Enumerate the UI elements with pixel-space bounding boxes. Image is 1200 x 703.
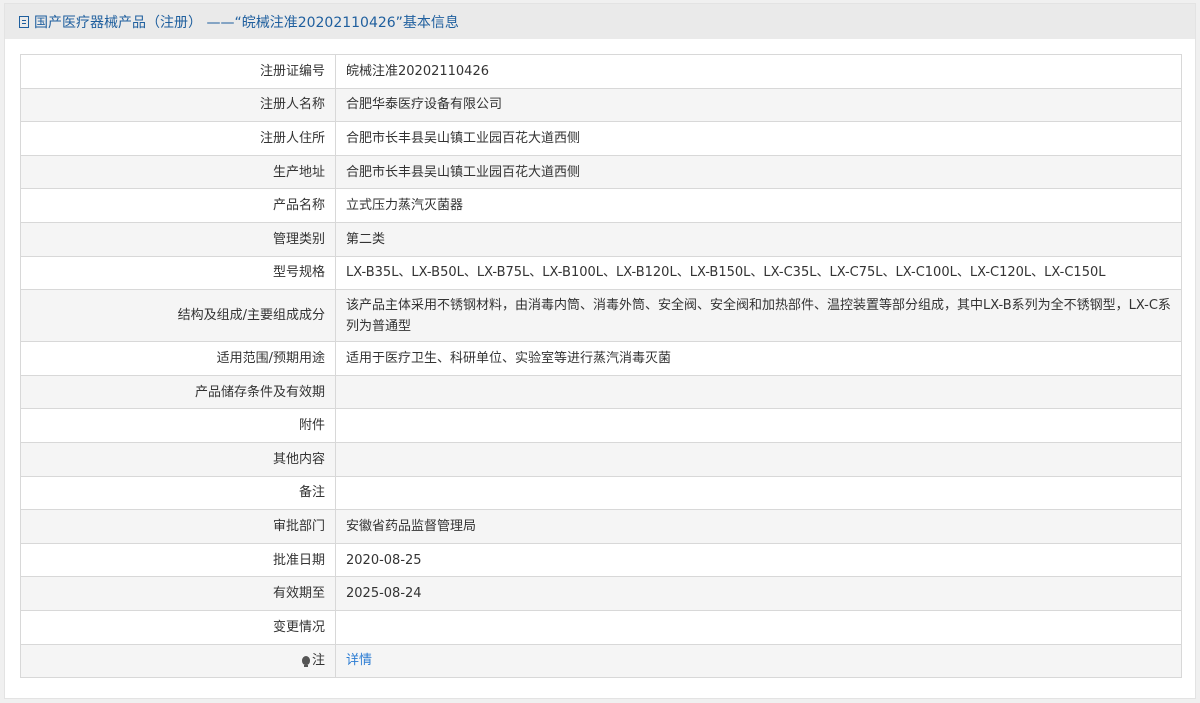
- table-row-remarks: 备注: [20, 475, 1182, 511]
- row-label: 批准日期: [20, 542, 336, 578]
- info-table: 注册证编号 皖械注准20202110426 注册人名称 合肥华泰医疗设备有限公司…: [20, 54, 1182, 679]
- note-label: 注: [311, 653, 325, 669]
- row-value: 适用于医疗卫生、科研单位、实验室等进行蒸汽消毒灭菌: [335, 341, 1182, 376]
- row-value: 2020-08-25: [335, 542, 1182, 578]
- row-label: 其他内容: [20, 441, 336, 477]
- table-row-registrant-address: 注册人住所 合肥市长丰县吴山镇工业园百花大道西侧: [20, 121, 1182, 156]
- table-row-valid-until: 有效期至 2025-08-24: [20, 576, 1182, 611]
- row-value: 该产品主体采用不锈钢材料，由消毒内筒、消毒外筒、安全阀、安全阀和加热部件、温控装…: [335, 289, 1182, 343]
- row-label-note: 注: [20, 643, 336, 679]
- row-value: 合肥市长丰县吴山镇工业园百花大道西侧: [335, 154, 1182, 190]
- row-label: 注册人住所: [20, 121, 336, 156]
- row-label: 注册人名称: [20, 87, 336, 123]
- table-row-approval-date: 批准日期 2020-08-25: [20, 542, 1182, 578]
- row-label: 审批部门: [20, 509, 336, 544]
- table-row-production-address: 生产地址 合肥市长丰县吴山镇工业园百花大道西侧: [20, 154, 1182, 190]
- row-value: 皖械注准20202110426: [335, 54, 1182, 89]
- panel-header: 国产医疗器械产品（注册） ——“皖械注准20202110426”基本信息: [5, 4, 1195, 39]
- table-row-attachment: 附件: [20, 408, 1182, 443]
- row-value: [335, 441, 1182, 477]
- lightbulb-icon: [301, 656, 310, 668]
- table-row-structure: 结构及组成/主要组成成分 该产品主体采用不锈钢材料，由消毒内筒、消毒外筒、安全阀…: [20, 289, 1182, 343]
- details-link[interactable]: 详情: [346, 653, 372, 668]
- row-value: 安徽省药品监督管理局: [335, 509, 1182, 544]
- page-title: 国产医疗器械产品（注册） ——“皖械注准20202110426”基本信息: [34, 14, 459, 31]
- row-label: 产品储存条件及有效期: [20, 374, 336, 410]
- row-label: 适用范围/预期用途: [20, 341, 336, 376]
- row-value: [335, 408, 1182, 443]
- table-row-product-name: 产品名称 立式压力蒸汽灭菌器: [20, 188, 1182, 223]
- row-value: 第二类: [335, 221, 1182, 257]
- table-row-intended-use: 适用范围/预期用途 适用于医疗卫生、科研单位、实验室等进行蒸汽消毒灭菌: [20, 341, 1182, 376]
- row-label: 型号规格: [20, 255, 336, 291]
- row-value-note: 详情: [335, 643, 1182, 679]
- row-value: [335, 475, 1182, 511]
- row-label: 结构及组成/主要组成成分: [20, 289, 336, 343]
- row-label: 注册证编号: [20, 54, 336, 89]
- table-row-other: 其他内容: [20, 441, 1182, 477]
- table-row-approval-dept: 审批部门 安徽省药品监督管理局: [20, 509, 1182, 544]
- table-row-management-class: 管理类别 第二类: [20, 221, 1182, 257]
- row-value: 立式压力蒸汽灭菌器: [335, 188, 1182, 223]
- row-label: 有效期至: [20, 576, 336, 611]
- table-row-changes: 变更情况: [20, 609, 1182, 645]
- row-label: 备注: [20, 475, 336, 511]
- row-label: 产品名称: [20, 188, 336, 223]
- row-value: LX-B35L、LX-B50L、LX-B75L、LX-B100L、LX-B120…: [335, 255, 1182, 291]
- row-label: 生产地址: [20, 154, 336, 190]
- table-row-registration-number: 注册证编号 皖械注准20202110426: [20, 54, 1182, 89]
- row-value: 2025-08-24: [335, 576, 1182, 611]
- row-value: [335, 374, 1182, 410]
- row-value: [335, 609, 1182, 645]
- table-row-storage: 产品储存条件及有效期: [20, 374, 1182, 410]
- table-row-model-spec: 型号规格 LX-B35L、LX-B50L、LX-B75L、LX-B100L、LX…: [20, 255, 1182, 291]
- table-row-note: 注 详情: [20, 643, 1182, 679]
- row-label: 变更情况: [20, 609, 336, 645]
- detail-panel: 国产医疗器械产品（注册） ——“皖械注准20202110426”基本信息 注册证…: [4, 3, 1196, 699]
- table-row-registrant-name: 注册人名称 合肥华泰医疗设备有限公司: [20, 87, 1182, 123]
- document-icon: [19, 15, 29, 28]
- row-label: 附件: [20, 408, 336, 443]
- row-value: 合肥市长丰县吴山镇工业园百花大道西侧: [335, 121, 1182, 156]
- row-value: 合肥华泰医疗设备有限公司: [335, 87, 1182, 123]
- row-label: 管理类别: [20, 221, 336, 257]
